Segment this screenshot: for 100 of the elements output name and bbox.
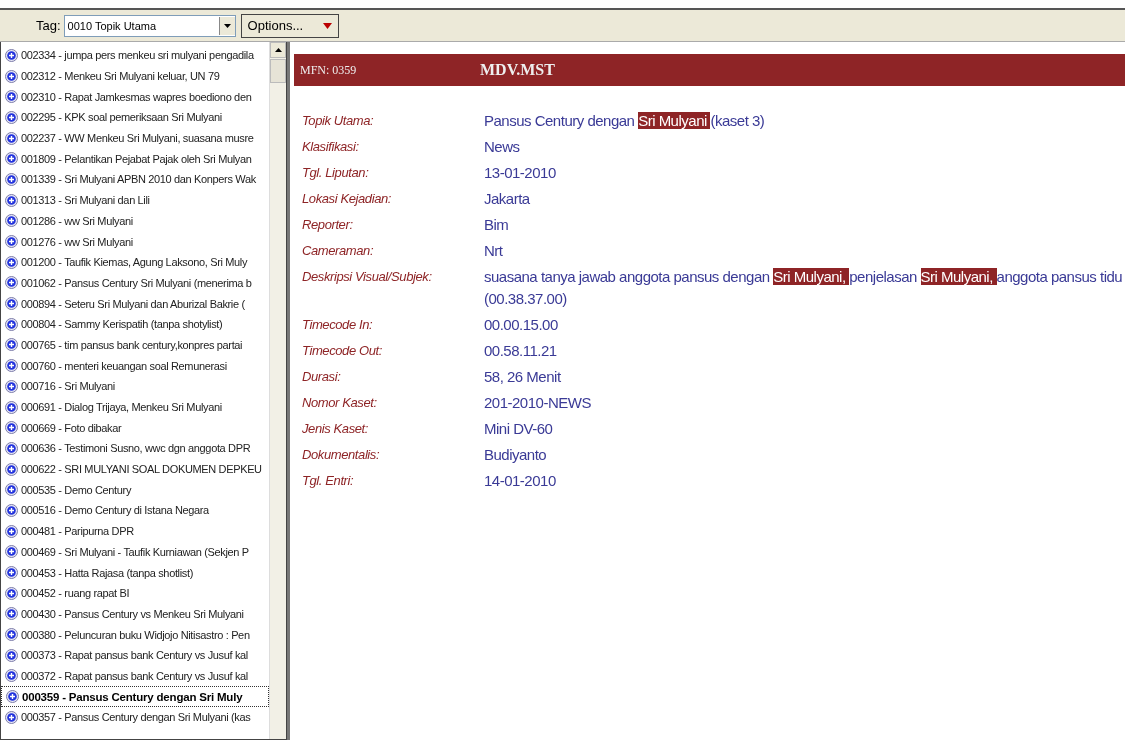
record-item[interactable]: 000359 - Pansus Century dengan Sri Muly: [1, 686, 269, 707]
expand-plus-icon[interactable]: [5, 607, 18, 621]
field-value: 00.58.11.21: [484, 341, 558, 361]
record-item[interactable]: 001062 - Pansus Century Sri Mulyani (menerima b: [1, 272, 269, 294]
expand-plus-icon[interactable]: [5, 628, 18, 642]
field-label: Tgl. Entri:: [302, 472, 355, 490]
field-value: 14-01-2010: [484, 471, 557, 491]
expand-plus-icon[interactable]: [5, 441, 18, 455]
expand-plus-icon[interactable]: [5, 379, 18, 393]
expand-plus-icon[interactable]: [5, 545, 18, 559]
expand-plus-icon[interactable]: [5, 193, 18, 207]
record-item[interactable]: 000535 - Demo Century: [1, 479, 269, 501]
record-item[interactable]: 001339 - Sri Mulyani APBN 2010 dan Konpers Wak: [1, 169, 269, 190]
record-item[interactable]: 001286 - ww Sri Mulyani: [1, 210, 269, 232]
record-item[interactable]: 000760 - menteri keuangan soal Remunerasi: [1, 355, 269, 376]
field-value: 13-01-2010: [484, 163, 557, 183]
record-item[interactable]: 000469 - Sri Mulyani - Taufik Kurniawan (Sekjen P: [1, 541, 269, 563]
record-item[interactable]: 000669 - Foto dibakar: [1, 417, 269, 439]
expand-plus-icon[interactable]: [5, 524, 18, 538]
record-item[interactable]: 001276 - ww Sri Mulyani: [1, 231, 269, 252]
record-item[interactable]: 000481 - Paripurna DPR: [1, 520, 269, 542]
record-item[interactable]: 001200 - Taufik Kiemas, Agung Laksono, Sri Muly: [1, 251, 269, 273]
record-item[interactable]: 000716 - Sri Mulyani: [1, 376, 269, 397]
expand-plus-icon[interactable]: [5, 69, 18, 83]
field-label: Tgl. Liputan:: [302, 164, 370, 182]
record-item[interactable]: 000516 - Demo Century di Istana Negara: [1, 500, 269, 521]
expand-plus-icon[interactable]: [5, 421, 18, 435]
record-item[interactable]: 000804 - Sammy Kerispatih (tanpa shotylist): [1, 313, 269, 335]
expand-plus-icon[interactable]: [5, 90, 18, 104]
expand-plus-icon[interactable]: [5, 276, 18, 290]
record-item[interactable]: 000636 - Testimoni Susno, wwc dgn anggota DPR: [1, 438, 269, 459]
record-item[interactable]: 000380 - Peluncuran buku Widjojo Nitisastro : Pen: [1, 624, 269, 645]
field-label: Topik Utama:: [302, 112, 375, 130]
record-item[interactable]: 000453 - Hatta Rajasa (tanpa shotlist): [1, 562, 269, 583]
record-item[interactable]: 002295 - KPK soal pemeriksaan Sri Mulyani: [1, 107, 269, 128]
field-label: Timecode Out:: [302, 342, 383, 360]
expand-plus-icon[interactable]: [5, 214, 18, 228]
record-item[interactable]: 000691 - Dialog Trijaya, Menkeu Sri Mulyani: [1, 396, 269, 418]
field-value: 00.00.15.00: [484, 315, 559, 335]
expand-plus-icon[interactable]: [5, 172, 18, 186]
field-value: News: [484, 137, 521, 157]
field-label: Klasifikasi:: [302, 138, 360, 156]
expand-plus-icon[interactable]: [5, 648, 18, 662]
record-item[interactable]: 000894 - Seteru Sri Mulyani dan Aburizal Bakrie (: [1, 293, 269, 314]
record-item[interactable]: 002237 - WW Menkeu Sri Mulyani, suasana musre: [1, 127, 269, 149]
field-label: Dokumentalis:: [302, 446, 381, 464]
field-label: Deskripsi Visual/Subjek:: [302, 268, 433, 286]
field-label: Timecode In:: [302, 316, 374, 334]
field-label: Reporter:: [302, 216, 354, 234]
expand-plus-icon[interactable]: [5, 400, 18, 414]
expand-plus-icon[interactable]: [5, 566, 18, 580]
scroll-thumb[interactable]: [270, 59, 286, 83]
field-label: Jenis Kaset:: [302, 420, 369, 438]
expand-plus-icon[interactable]: [5, 255, 18, 269]
expand-plus-icon[interactable]: [5, 669, 18, 683]
record-item[interactable]: 002334 - jumpa pers menkeu sri mulyani pengadila: [1, 45, 269, 66]
field-value: Jakarta: [484, 189, 531, 209]
field-value: suasana tanya jawab anggota pansus dengan Sri Mulyani, penjelasan Sri Mulyani, anggota pansus tidu: [484, 267, 1124, 287]
caret-icon: [322, 22, 332, 29]
expand-plus-icon[interactable]: [6, 690, 19, 704]
record-item[interactable]: 001313 - Sri Mulyani dan Lili: [1, 189, 269, 211]
record-item[interactable]: 000452 - ruang rapat BI: [1, 582, 269, 604]
expand-plus-icon[interactable]: [5, 586, 18, 600]
expand-plus-icon[interactable]: [5, 152, 18, 166]
field-label: Nomor Kaset:: [302, 394, 378, 412]
field-value: 58, 26 Menit: [484, 367, 562, 387]
scroll-up-button[interactable]: [270, 42, 286, 58]
field-label: Durasi:: [302, 368, 342, 386]
record-item[interactable]: 000622 - SRI MULYANI SOAL DOKUMEN DEPKEU: [1, 458, 269, 480]
up-arrow-icon: [274, 48, 282, 52]
tag-label: Tag:: [36, 18, 61, 33]
record-item[interactable]: 000357 - Pansus Century dengan Sri Mulyani (kas: [1, 707, 269, 728]
expand-plus-icon[interactable]: [5, 710, 18, 724]
expand-plus-icon[interactable]: [5, 235, 18, 249]
expand-plus-icon[interactable]: [5, 317, 18, 331]
expand-plus-icon[interactable]: [5, 131, 18, 145]
expand-plus-icon[interactable]: [5, 48, 18, 62]
tag-dropdown[interactable]: 0010 Topik Utama: [63, 14, 236, 37]
record-item[interactable]: 000430 - Pansus Century vs Menkeu Sri Mulyani: [1, 603, 269, 625]
scrollbar[interactable]: [269, 42, 286, 739]
expand-plus-icon[interactable]: [5, 359, 18, 373]
database-name: MDV.MST: [480, 61, 555, 79]
expand-plus-icon[interactable]: [5, 297, 18, 311]
expand-plus-icon[interactable]: [5, 110, 18, 124]
record-item[interactable]: 002310 - Rapat Jamkesmas wapres boediono den: [1, 86, 269, 108]
record-item[interactable]: 001809 - Pelantikan Pejabat Pajak oleh Sri Mulyan: [1, 148, 269, 170]
field-label: Cameraman:: [302, 242, 375, 260]
record-item[interactable]: 000765 - tim pansus bank century,konpres partai: [1, 334, 269, 356]
record-number: MFN: 0359: [299, 62, 358, 78]
field-value: Bim: [484, 215, 510, 235]
options-button[interactable]: Options...: [240, 13, 339, 38]
field-value: Pansus Century dengan Sri Mulyani (kaset 3): [484, 111, 766, 131]
record-item[interactable]: 000372 - Rapat pansus bank Century vs Jusuf kal: [1, 665, 269, 687]
expand-plus-icon[interactable]: [5, 483, 18, 497]
expand-plus-icon[interactable]: [5, 503, 18, 517]
field-value: Budiyanto: [484, 445, 548, 465]
expand-plus-icon[interactable]: [5, 462, 18, 476]
record-item[interactable]: 002312 - Menkeu Sri Mulyani keluar, UN 79: [1, 65, 269, 87]
expand-plus-icon[interactable]: [5, 338, 18, 352]
record-item[interactable]: 000373 - Rapat pansus bank Century vs Jusuf kal: [1, 644, 269, 666]
